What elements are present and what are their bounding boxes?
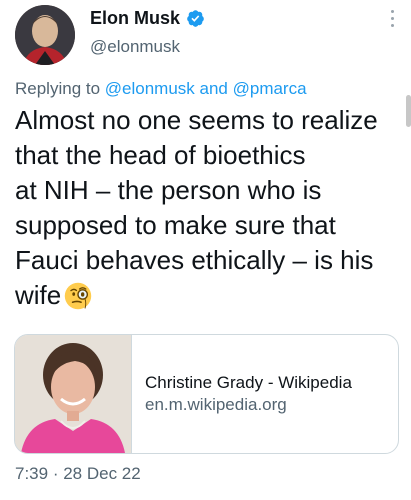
author-handle[interactable]: @elonmusk — [90, 37, 180, 57]
author-name-row[interactable]: Elon Musk — [90, 8, 205, 29]
link-preview-body: Christine Grady - Wikipedia en.m.wikiped… — [132, 335, 352, 453]
timestamp-time[interactable]: 7:39 — [15, 464, 48, 483]
reply-context: Replying to @elonmusk and @pmarca — [15, 79, 307, 99]
link-preview-card[interactable]: Christine Grady - Wikipedia en.m.wikiped… — [14, 334, 399, 454]
author-display-name[interactable]: Elon Musk — [90, 8, 180, 29]
tweet-line: Fauci behaves ethically – is his — [15, 245, 374, 275]
face-with-monocle-icon — [65, 282, 92, 310]
tweet-line-text: wife — [15, 280, 62, 310]
reply-prefix: Replying to — [15, 79, 105, 98]
more-options-icon[interactable] — [389, 10, 395, 32]
timestamp-date[interactable]: 28 Dec 22 — [63, 464, 141, 483]
reply-mention-elonmusk[interactable]: @elonmusk — [105, 79, 195, 98]
link-preview-domain: en.m.wikipedia.org — [145, 395, 287, 414]
timestamp-separator: · — [48, 464, 64, 483]
reply-mention-pmarca[interactable]: @pmarca — [233, 79, 307, 98]
tweet-line: Almost no one seems to realize — [15, 105, 378, 135]
scrollbar[interactable] — [406, 95, 411, 127]
tweet-line: that the head of bioethics — [15, 140, 306, 170]
verified-badge-icon — [187, 10, 204, 27]
reply-joiner: and — [194, 79, 233, 98]
tweet-line: wife — [15, 278, 403, 313]
tweet-text: Almost no one seems to realize that the … — [15, 103, 403, 313]
tweet-line: supposed to make sure that — [15, 210, 336, 240]
avatar[interactable] — [15, 5, 75, 65]
tweet-line: at NIH – the person who is — [15, 175, 322, 205]
link-preview-thumbnail — [15, 335, 132, 453]
tweet-timestamp[interactable]: 7:39 · 28 Dec 22 — [15, 464, 141, 484]
link-preview-title[interactable]: Christine Grady - Wikipedia — [145, 372, 352, 394]
